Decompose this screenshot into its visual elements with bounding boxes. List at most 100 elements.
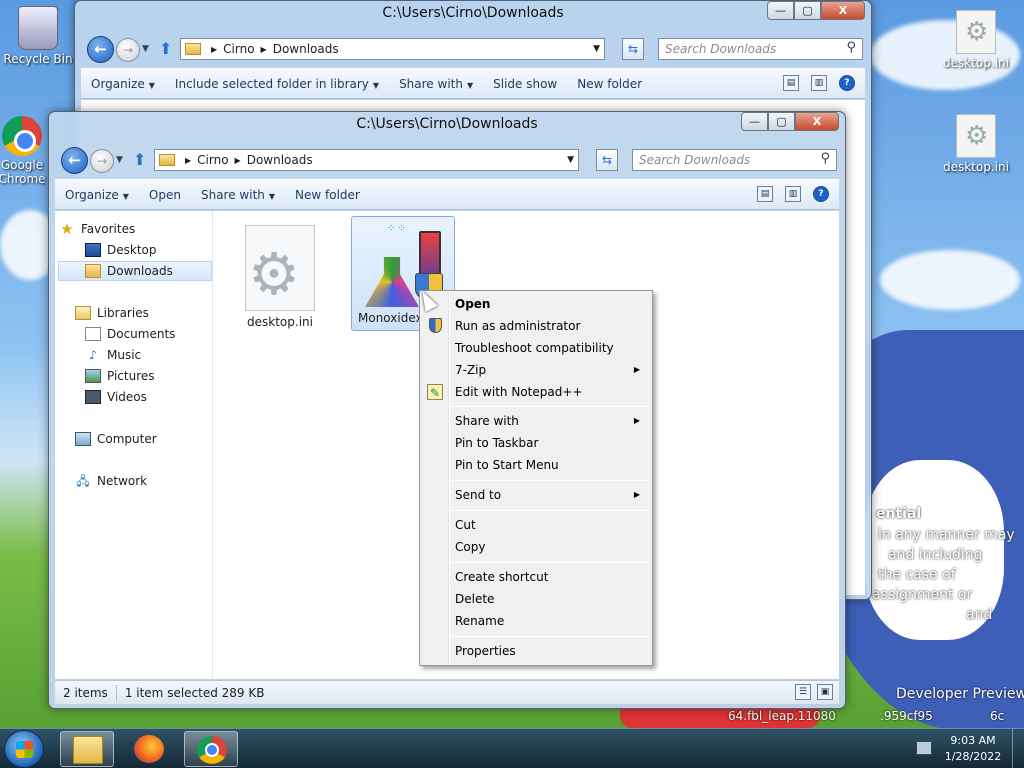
address-bar[interactable]: ▶ Cirno ▶ Downloads ▼ — [154, 149, 579, 171]
maximize-button[interactable]: ▢ — [768, 112, 795, 131]
minimize-button[interactable]: — — [741, 112, 768, 131]
view-icon[interactable]: ▤ — [757, 186, 773, 202]
help-icon[interactable]: ? — [813, 186, 829, 202]
wallpaper-text: Developer Preview — [896, 686, 1024, 702]
menu-item-edit-notepadpp[interactable]: ✎ Edit with Notepad++ — [422, 381, 650, 403]
new-folder-button[interactable]: New folder — [285, 188, 370, 202]
search-icon: ⚲ — [820, 151, 830, 166]
menu-item-cut[interactable]: Cut — [422, 514, 650, 536]
minimize-button[interactable]: — — [767, 1, 794, 20]
navigation-bar: ← → ▼ ⬆ ▶ Cirno ▶ Downloads ▼ ⇆ Search D… — [83, 35, 863, 65]
videos-icon — [85, 390, 101, 404]
search-input[interactable]: Search Downloads ⚲ — [632, 149, 837, 171]
close-button[interactable]: X — [795, 112, 839, 131]
taskbar-chrome[interactable] — [184, 731, 238, 767]
desktop-icon-recycle-bin[interactable]: Recycle Bin — [0, 6, 76, 66]
nav-computer[interactable]: Computer — [59, 429, 212, 449]
organize-button[interactable]: Organize ▼ — [55, 188, 139, 202]
share-with-button[interactable]: Share with ▼ — [191, 188, 285, 202]
chevron-down-icon: ▼ — [122, 191, 129, 201]
forward-button[interactable]: → — [116, 38, 140, 62]
menu-separator — [450, 510, 649, 511]
menu-item-pin-taskbar[interactable]: Pin to Taskbar — [422, 432, 650, 454]
star-icon: ★ — [60, 220, 74, 238]
maximize-button[interactable]: ▢ — [794, 1, 821, 20]
back-button[interactable]: ← — [87, 36, 114, 63]
large-icons-view-icon[interactable]: ▣ — [817, 684, 833, 700]
menu-item-troubleshoot[interactable]: Troubleshoot compatibility — [422, 337, 650, 359]
menu-item-properties[interactable]: Properties — [422, 640, 650, 662]
search-input[interactable]: Search Downloads ⚲ — [658, 38, 863, 60]
menu-separator — [450, 636, 649, 637]
menu-separator — [450, 480, 649, 481]
menu-item-open[interactable]: Open — [422, 293, 650, 315]
menu-separator — [450, 562, 649, 563]
menu-item-delete[interactable]: Delete — [422, 588, 650, 610]
nav-music[interactable]: ♪ Music — [59, 345, 212, 365]
show-desktop-button[interactable] — [1012, 729, 1024, 768]
include-in-library-button[interactable]: Include selected folder in library ▼ — [165, 77, 389, 91]
wallpaper-text: in any manner may — [878, 527, 1015, 543]
history-dropdown-icon[interactable]: ▼ — [142, 44, 149, 54]
open-button[interactable]: Open — [139, 188, 191, 202]
menu-item-rename[interactable]: Rename — [422, 610, 650, 632]
nav-downloads[interactable]: Downloads — [58, 261, 212, 281]
forward-button[interactable]: → — [90, 149, 114, 173]
window-controls: — ▢ X — [741, 112, 839, 131]
nav-libraries[interactable]: Libraries — [59, 303, 212, 323]
menu-item-copy[interactable]: Copy — [422, 536, 650, 558]
share-with-button[interactable]: Share with ▼ — [389, 77, 483, 91]
file-item-desktop-ini[interactable]: desktop.ini — [228, 219, 332, 331]
slide-show-button[interactable]: Slide show — [483, 77, 567, 91]
selection-info: 1 item selected 289 KB — [124, 685, 265, 700]
up-arrow-icon[interactable]: ⬆ — [159, 39, 172, 58]
view-icon[interactable]: ▤ — [783, 75, 799, 91]
refresh-button[interactable]: ⇆ — [596, 149, 618, 171]
network-icon: 🖧 — [76, 474, 90, 488]
preview-pane-icon[interactable]: ▥ — [785, 186, 801, 202]
back-button[interactable]: ← — [61, 147, 88, 174]
nav-favorites[interactable]: ★ Favorites — [59, 219, 212, 239]
nav-documents[interactable]: Documents — [59, 324, 212, 344]
menu-item-pin-start[interactable]: Pin to Start Menu — [422, 454, 650, 476]
address-bar[interactable]: ▶ Cirno ▶ Downloads ▼ — [180, 38, 605, 60]
nav-desktop[interactable]: Desktop — [59, 240, 212, 260]
history-dropdown-icon[interactable]: ▼ — [116, 155, 123, 165]
desktop-icon-desktop-ini[interactable]: desktop.ini — [938, 114, 1014, 174]
menu-item-create-shortcut[interactable]: Create shortcut — [422, 566, 650, 588]
wallpaper-text: 6c — [990, 709, 1005, 723]
network-tray-icon[interactable] — [916, 741, 932, 755]
up-arrow-icon[interactable]: ⬆ — [133, 150, 146, 169]
taskbar-firefox[interactable] — [122, 731, 176, 767]
nav-videos[interactable]: Videos — [59, 387, 212, 407]
search-icon: ⚲ — [846, 40, 856, 55]
wallpaper-text: ential — [876, 506, 922, 522]
taskbar-explorer[interactable] — [60, 731, 114, 767]
wallpaper-text: 64.fbl_leap.11080 — [728, 709, 836, 723]
menu-item-share-with[interactable]: Share with ▶ — [422, 410, 650, 432]
settings-file-icon — [956, 114, 996, 158]
menu-item-7zip[interactable]: 7-Zip ▶ — [422, 359, 650, 381]
breadcrumb-downloads[interactable]: Downloads — [247, 153, 313, 167]
chevron-down-icon[interactable]: ▼ — [593, 44, 600, 54]
desktop-icon-desktop-ini[interactable]: desktop.ini — [938, 10, 1014, 70]
organize-button[interactable]: Organize ▼ — [81, 77, 165, 91]
command-bar: Organize ▼ Include selected folder in lib… — [81, 68, 865, 99]
navigation-bar: ← → ▼ ⬆ ▶ Cirno ▶ Downloads ▼ ⇆ Search D… — [57, 146, 837, 176]
desktop-icon-chrome[interactable]: Google Chrome — [0, 116, 52, 186]
nav-pictures[interactable]: Pictures — [59, 366, 212, 386]
start-button[interactable] — [4, 730, 44, 768]
preview-pane-icon[interactable]: ▥ — [811, 75, 827, 91]
new-folder-button[interactable]: New folder — [567, 77, 652, 91]
nav-network[interactable]: 🖧 Network — [59, 471, 212, 491]
wallpaper-text: the case of — [878, 567, 956, 583]
chevron-down-icon[interactable]: ▼ — [567, 155, 574, 165]
clock[interactable]: 9:03 AM 1/28/2022 — [938, 733, 1008, 765]
menu-item-run-as-administrator[interactable]: Run as administrator — [422, 315, 650, 337]
close-button[interactable]: X — [821, 1, 865, 20]
menu-item-send-to[interactable]: Send to ▶ — [422, 484, 650, 506]
details-view-icon[interactable]: ☰ — [795, 684, 811, 700]
refresh-button[interactable]: ⇆ — [622, 38, 644, 60]
help-icon[interactable]: ? — [839, 75, 855, 91]
breadcrumb-cirno[interactable]: Cirno — [197, 153, 228, 167]
